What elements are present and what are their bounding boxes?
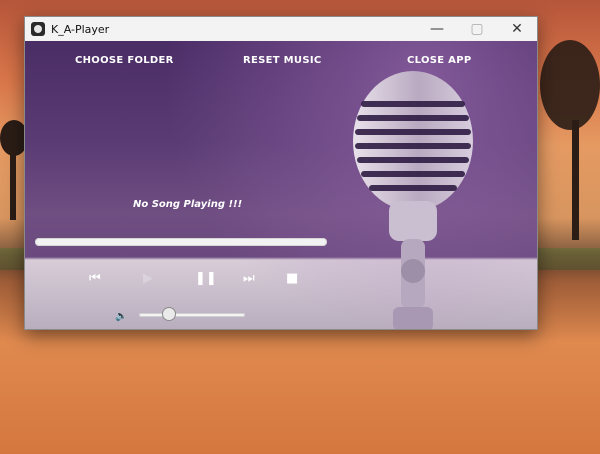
next-button[interactable]: ⏭ — [243, 269, 255, 289]
reset-music-button[interactable]: RESET MUSIC — [243, 55, 322, 66]
minimize-icon: — — [430, 21, 444, 37]
previous-button[interactable]: ⏮ — [89, 269, 101, 289]
pause-icon: ❚❚ — [195, 271, 217, 286]
close-window-button[interactable]: ✕ — [497, 17, 537, 41]
speaker-icon: 🔈 — [115, 311, 128, 322]
window-title: K_A-Player — [51, 22, 110, 36]
tree-left-trunk — [10, 150, 16, 220]
close-app-button[interactable]: CLOSE APP — [407, 55, 471, 66]
stop-icon: ■ — [286, 271, 299, 286]
app-window: K_A-Player — ▢ ✕ CHOOSE FOLDER RESET MUS… — [24, 16, 538, 330]
maximize-button[interactable]: ▢ — [457, 17, 497, 41]
play-button[interactable]: ▶ — [143, 269, 153, 289]
close-icon: ✕ — [511, 21, 523, 37]
next-track-icon: ⏭ — [243, 271, 255, 286]
title-bar: K_A-Player — ▢ ✕ — [25, 17, 537, 41]
tree-right-canopy — [540, 40, 600, 130]
playback-controls: ⏮ ▶ ❚❚ ⏭ ■ — [25, 269, 345, 289]
now-playing-status: No Song Playing !!! — [133, 199, 243, 210]
tree-right-trunk — [572, 120, 579, 240]
choose-folder-button[interactable]: CHOOSE FOLDER — [75, 55, 174, 66]
maximize-icon: ▢ — [470, 21, 484, 37]
minimize-button[interactable]: — — [417, 17, 457, 41]
microphone-image — [353, 71, 473, 329]
track-progress-bar[interactable] — [35, 238, 327, 246]
stop-button[interactable]: ■ — [286, 269, 298, 289]
play-icon: ▶ — [143, 271, 153, 286]
previous-track-icon: ⏮ — [89, 271, 101, 286]
app-icon — [31, 22, 45, 36]
volume-slider-knob[interactable] — [162, 308, 175, 320]
volume-slider[interactable] — [139, 308, 245, 320]
player-content: CHOOSE FOLDER RESET MUSIC CLOSE APP No S… — [25, 41, 537, 329]
pause-button[interactable]: ❚❚ — [195, 269, 217, 289]
